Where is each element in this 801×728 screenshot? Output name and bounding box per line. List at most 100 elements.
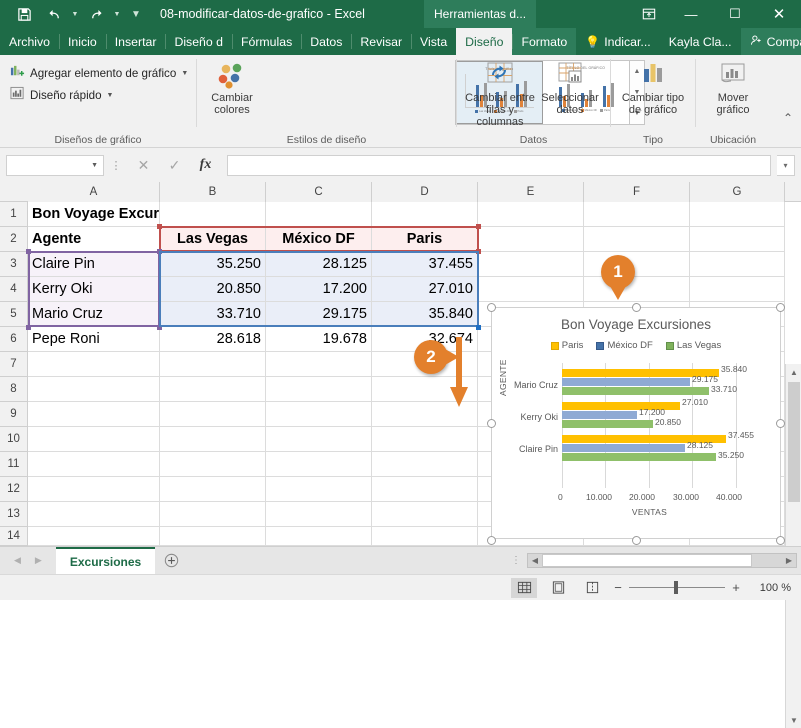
grid-cell[interactable] [160, 502, 266, 527]
tab-vista[interactable]: Vista [411, 28, 456, 55]
cell-A6[interactable]: Pepe Roni [28, 327, 160, 352]
grid-cell[interactable] [28, 452, 160, 477]
bar-kerry-oki-mexico-df[interactable] [562, 411, 637, 419]
grid-cell[interactable] [478, 202, 584, 227]
range-handle[interactable] [476, 224, 481, 229]
column-header-B[interactable]: B [160, 182, 266, 202]
grid-cell[interactable] [584, 277, 690, 302]
accept-icon[interactable]: ✓ [159, 154, 190, 176]
row-header-13[interactable]: 13 [0, 502, 28, 527]
row-header-1[interactable]: 1 [0, 202, 28, 227]
chart-resize-handle-middle-right[interactable] [776, 419, 785, 428]
zoom-out-button[interactable]: − [613, 580, 623, 595]
cell-D4[interactable]: 27.010 [372, 277, 478, 302]
scroll-up-icon[interactable]: ▲ [786, 364, 801, 380]
chart-y-axis-title[interactable]: AGENTE [498, 359, 508, 396]
new-sheet-icon[interactable] [155, 547, 188, 574]
grid-cell[interactable] [266, 352, 372, 377]
grid-cell[interactable] [160, 427, 266, 452]
grid-cell[interactable] [28, 477, 160, 502]
legend-item-mexico-df[interactable]: México DF [596, 340, 652, 351]
cell-A3[interactable]: Claire Pin [28, 252, 160, 277]
chart-resize-handle-bottom-left[interactable] [487, 536, 496, 545]
cell-D5[interactable]: 35.840 [372, 302, 478, 327]
bar-kerry-oki-las-vegas[interactable] [562, 420, 653, 428]
grid-cell[interactable] [266, 402, 372, 427]
cell-C5[interactable]: 29.175 [266, 302, 372, 327]
select-data-button[interactable]: Seleccionar datos [539, 61, 601, 116]
grid-cell[interactable] [584, 202, 690, 227]
row-header-7[interactable]: 7 [0, 352, 28, 377]
column-header-G[interactable]: G [690, 182, 785, 202]
chart-resize-handle-middle-left[interactable] [487, 419, 496, 428]
chart-object[interactable]: Bon Voyage Excursiones Paris México DF L… [491, 307, 781, 539]
cell-A1[interactable]: Bon Voyage Excursiones [28, 202, 160, 227]
cell-C4[interactable]: 17.200 [266, 277, 372, 302]
bar-mario-cruz-las-vegas[interactable] [562, 387, 709, 395]
grid-cell[interactable] [266, 452, 372, 477]
grid-cell[interactable] [266, 377, 372, 402]
cell-D2[interactable]: Paris [372, 227, 478, 252]
chevron-down-icon[interactable]: ▼ [107, 92, 114, 99]
cell-B2[interactable]: Las Vegas [160, 227, 266, 252]
normal-view-icon[interactable] [511, 578, 537, 598]
grid-cell[interactable] [160, 352, 266, 377]
row-header-14[interactable]: 14 [0, 527, 28, 546]
grid-cell[interactable] [28, 502, 160, 527]
scroll-down-icon[interactable]: ▼ [786, 712, 801, 728]
grid-cell[interactable] [266, 427, 372, 452]
tell-me-box[interactable]: 💡 Indicar... [576, 28, 659, 55]
chart-resize-handle-top-right[interactable] [776, 303, 785, 312]
values-range-resize-handle[interactable] [476, 325, 481, 330]
zoom-slider-thumb[interactable] [674, 581, 678, 594]
range-handle[interactable] [157, 249, 162, 254]
bar-claire-pin-mexico-df[interactable] [562, 444, 685, 452]
row-header-8[interactable]: 8 [0, 377, 28, 402]
grid-cell[interactable] [266, 477, 372, 502]
change-chart-type-button[interactable]: Cambiar tipo de gráfico [615, 61, 691, 116]
grid-cell[interactable] [28, 527, 160, 546]
grid-cell[interactable] [372, 502, 478, 527]
collapse-ribbon-button[interactable]: ⌃ [783, 111, 793, 125]
grid-cell[interactable] [478, 277, 584, 302]
formula-input[interactable] [227, 155, 771, 176]
cell-A2[interactable]: Agente [28, 227, 160, 252]
cell-C3[interactable]: 28.125 [266, 252, 372, 277]
row-header-9[interactable]: 9 [0, 402, 28, 427]
chevron-down-icon[interactable]: ▼ [91, 162, 98, 169]
grid-cell[interactable] [266, 527, 372, 546]
close-button[interactable]: ✕ [757, 0, 801, 28]
move-chart-button[interactable]: Mover gráfico [700, 61, 766, 116]
range-handle[interactable] [157, 325, 162, 330]
grid-cell[interactable] [160, 452, 266, 477]
grid-cell[interactable] [584, 252, 690, 277]
legend-item-paris[interactable]: Paris [551, 340, 584, 351]
grid-cell[interactable] [690, 277, 785, 302]
chart-resize-handle-top-left[interactable] [487, 303, 496, 312]
tab-diseno-de-pagina[interactable]: Diseño d [165, 28, 232, 55]
grid-cell[interactable] [28, 352, 160, 377]
minimize-button[interactable]: — [669, 0, 713, 28]
cell-B3[interactable]: 35.250 [160, 252, 266, 277]
grid-cell[interactable] [690, 202, 785, 227]
ribbon-display-options-icon[interactable] [629, 0, 669, 28]
cell-A5[interactable]: Mario Cruz [28, 302, 160, 327]
cell-B6[interactable]: 28.618 [160, 327, 266, 352]
column-header-C[interactable]: C [266, 182, 372, 202]
redo-dropdown-icon[interactable]: ▼ [112, 2, 122, 26]
row-header-11[interactable]: 11 [0, 452, 28, 477]
grid-cell[interactable] [584, 227, 690, 252]
column-header-D[interactable]: D [372, 182, 478, 202]
row-header-6[interactable]: 6 [0, 327, 28, 352]
column-header-E[interactable]: E [478, 182, 584, 202]
sheet-next-icon[interactable]: ▶ [35, 555, 42, 566]
tab-formato[interactable]: Formato [512, 28, 576, 55]
grid-cell[interactable] [160, 402, 266, 427]
grid-cell[interactable] [372, 452, 478, 477]
cell-B5[interactable]: 33.710 [160, 302, 266, 327]
row-header-12[interactable]: 12 [0, 477, 28, 502]
column-header-A[interactable]: A [28, 182, 160, 202]
grid-cell[interactable] [478, 252, 584, 277]
grid-cell[interactable] [372, 202, 478, 227]
row-header-10[interactable]: 10 [0, 427, 28, 452]
